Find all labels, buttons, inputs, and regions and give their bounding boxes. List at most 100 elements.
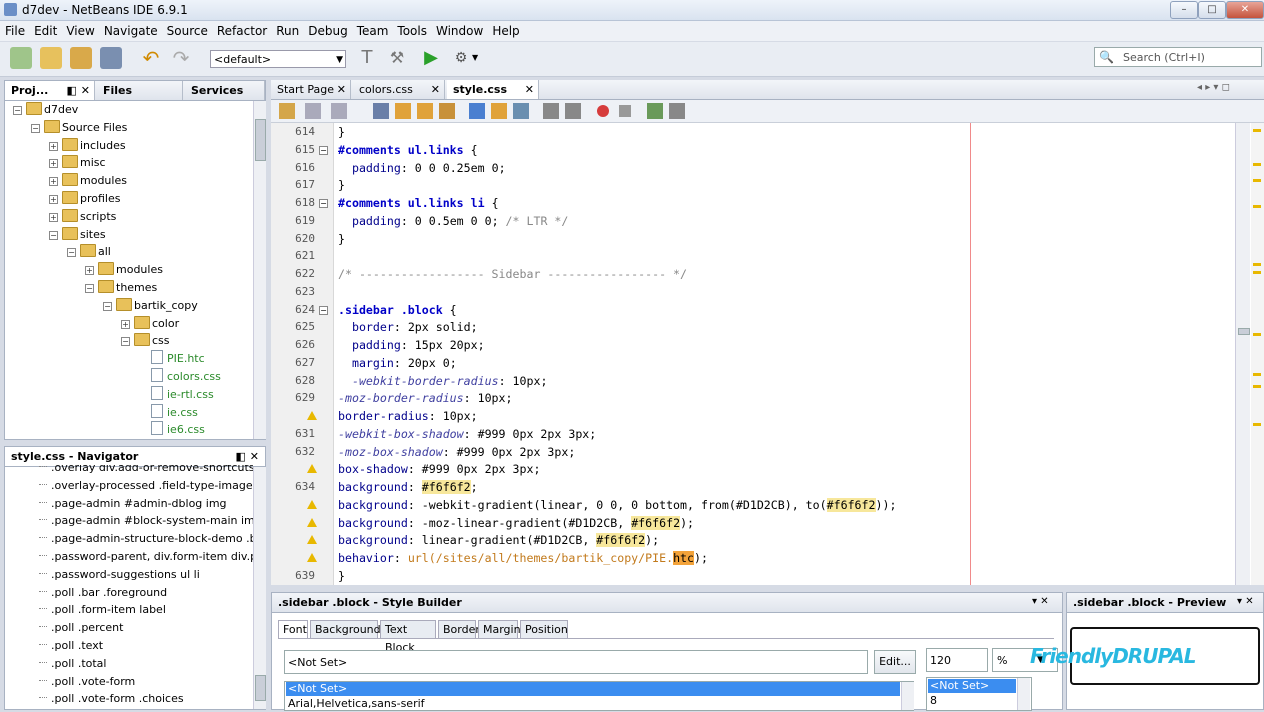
tree-node[interactable]: + color <box>121 315 179 333</box>
new-project-icon[interactable] <box>40 47 62 69</box>
tab-position[interactable]: Position <box>520 620 568 638</box>
tab-start-page[interactable]: Start Page ✕ <box>271 80 351 99</box>
close-icon[interactable]: ▾ ✕ <box>1032 596 1049 607</box>
list-item[interactable]: <Not Set> <box>286 682 900 696</box>
menu-view[interactable]: View <box>61 21 98 38</box>
tree-node[interactable]: − d7dev <box>13 101 78 119</box>
tree-node[interactable]: − Source Files <box>31 119 127 137</box>
navigator-scrollbar[interactable] <box>253 467 266 709</box>
expand-icon[interactable]: − <box>103 301 112 311</box>
tab-background[interactable]: Background <box>310 620 381 638</box>
build-icon[interactable]: T <box>356 47 378 69</box>
fold-icon[interactable]: − <box>319 305 328 315</box>
minimize-icon[interactable]: – <box>1170 1 1198 19</box>
list-item[interactable]: Arial,Helvetica,sans-serif <box>286 697 900 711</box>
uncomment-icon[interactable] <box>669 103 685 119</box>
fold-icon[interactable]: − <box>319 145 328 155</box>
edit-button[interactable]: Edit... <box>874 650 916 674</box>
find-next-icon[interactable] <box>417 103 433 119</box>
code-editor[interactable]: 614 615−616 617 618−619 620 621 622 623 624−625 6… <box>271 123 1264 585</box>
warning-icon[interactable] <box>307 499 317 509</box>
list-item[interactable]: 8 <box>928 694 1016 708</box>
debug-icon[interactable]: ⚙ <box>450 47 472 69</box>
list-item[interactable]: .page-admin #admin-dblog img <box>35 495 227 513</box>
expand-icon[interactable]: + <box>49 177 58 187</box>
expand-icon[interactable]: − <box>13 106 22 115</box>
tree-node[interactable]: ie-rtl.css <box>139 385 214 404</box>
tree-node[interactable]: − bartik_copy <box>103 297 198 315</box>
list-item[interactable]: .overlay div.add-or-remove-shortcuts <box>35 465 253 477</box>
list-item[interactable]: .poll .bar .foreground <box>35 584 167 602</box>
font-size-field[interactable]: 120 <box>926 648 988 672</box>
menu-team[interactable]: Team <box>352 21 393 38</box>
warning-icon[interactable] <box>307 517 317 527</box>
tab-colors-css[interactable]: colors.css ✕ <box>353 80 445 99</box>
expand-icon[interactable]: + <box>121 319 130 329</box>
font-size-list[interactable]: <Not Set> 8 <box>926 677 1032 711</box>
tab-style-css[interactable]: style.css ✕ <box>447 80 539 99</box>
tree-node[interactable]: − themes <box>85 279 157 297</box>
expand-icon[interactable]: + <box>49 141 58 151</box>
find-icon[interactable] <box>373 103 389 119</box>
tab-margin[interactable]: Margin <box>478 620 521 638</box>
editor-scrollbar[interactable] <box>1235 123 1250 585</box>
save-all-icon[interactable] <box>100 47 122 69</box>
tab-files[interactable]: Files <box>97 81 183 100</box>
expand-icon[interactable]: + <box>49 212 58 222</box>
fold-icon[interactable]: − <box>319 199 328 208</box>
menu-navigate[interactable]: Navigate <box>99 21 162 38</box>
list-item[interactable]: .password-suggestions ul li <box>35 566 200 584</box>
warning-icon[interactable] <box>307 553 317 562</box>
list-item[interactable]: .poll .vote-form <box>35 673 135 691</box>
expand-icon[interactable]: + <box>49 195 58 204</box>
list-item[interactable]: .poll .percent <box>35 619 123 637</box>
forward-icon[interactable] <box>305 103 321 119</box>
tree-node[interactable]: + misc <box>49 154 106 172</box>
search-box[interactable]: 🔍 Search (Ctrl+I) <box>1094 47 1262 67</box>
tree-node[interactable]: ie6.css <box>139 421 205 439</box>
list-item[interactable]: .poll .text <box>35 637 103 655</box>
list-item[interactable]: .page-admin-structure-block-demo .block-… <box>35 530 253 548</box>
previous-bookmark-icon[interactable] <box>469 103 485 119</box>
run-icon[interactable]: ▶ <box>420 47 442 69</box>
menu-edit[interactable]: Edit <box>29 21 61 38</box>
warning-icon[interactable] <box>307 411 317 420</box>
redo-icon[interactable]: ↷ <box>170 47 192 69</box>
menu-debug[interactable]: Debug <box>303 21 351 38</box>
menu-tools[interactable]: Tools <box>392 21 431 38</box>
list-item[interactable]: .page-admin #block-system-main img <box>35 512 253 530</box>
expand-icon[interactable]: − <box>85 284 94 293</box>
menu-source[interactable]: Source <box>162 21 212 38</box>
font-list-scrollbar[interactable] <box>901 682 914 710</box>
close-icon[interactable]: ✕ <box>1226 1 1264 19</box>
menu-file[interactable]: File <box>0 21 29 38</box>
tab-services[interactable]: Services <box>185 81 265 100</box>
stop-macro-icon[interactable] <box>619 105 631 117</box>
record-macro-icon[interactable] <box>597 105 609 117</box>
tree-node[interactable]: + profiles <box>49 190 120 208</box>
open-project-icon[interactable] <box>70 47 92 69</box>
tab-scroll-icon[interactable]: ◂ ▸ ▾ ◻ <box>1197 82 1230 93</box>
menu-refactor[interactable]: Refactor <box>212 21 271 38</box>
menu-help[interactable]: Help <box>487 21 523 38</box>
configuration-select[interactable]: <default> ▼ <box>210 50 346 68</box>
menu-run[interactable]: Run <box>271 21 303 38</box>
warning-icon[interactable] <box>307 535 317 545</box>
maximize-icon[interactable]: □ <box>1198 1 1226 19</box>
expand-icon[interactable]: − <box>31 123 40 133</box>
font-list[interactable]: <Not Set> Arial,Helvetica,sans-serif <box>284 681 914 711</box>
toggle-highlight-icon[interactable] <box>439 103 455 119</box>
tree-node[interactable]: ie.css <box>139 403 198 422</box>
tree-node[interactable]: − sites <box>49 226 106 244</box>
close-icon[interactable]: ◧ ✕ <box>236 447 259 466</box>
clean-build-icon[interactable]: ⚒ <box>386 47 408 69</box>
list-item[interactable]: <Not Set> <box>928 679 1016 693</box>
toggle-bookmark-icon[interactable] <box>513 103 529 119</box>
list-item[interactable]: .password-parent, div.form-item div.pass… <box>35 548 253 566</box>
tree-node[interactable]: colors.css <box>139 368 221 386</box>
new-file-icon[interactable] <box>10 47 32 69</box>
tree-node[interactable]: − all <box>67 243 111 261</box>
tree-node[interactable]: − css <box>121 332 170 350</box>
find-previous-icon[interactable] <box>395 103 411 119</box>
menu-window[interactable]: Window <box>431 21 487 38</box>
